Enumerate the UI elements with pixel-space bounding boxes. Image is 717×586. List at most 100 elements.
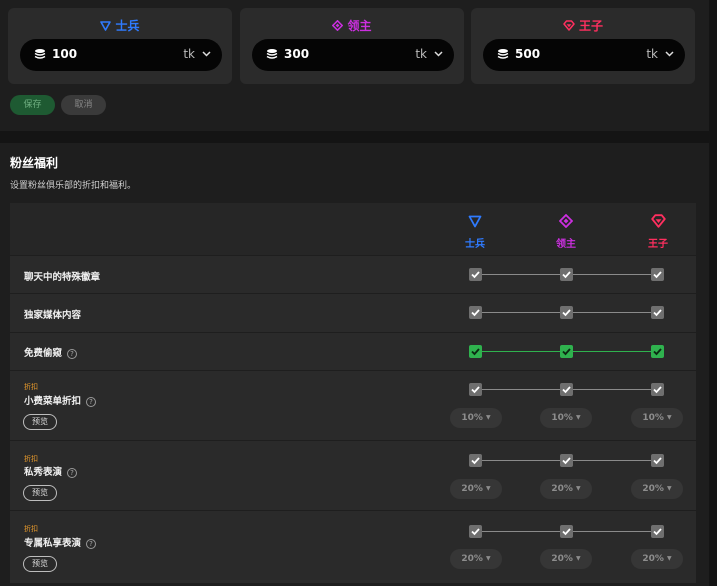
checkbox-lord[interactable] — [560, 383, 573, 396]
fan-benefits-section: 粉丝福利 设置粉丝俱乐部的折扣和福利。 士兵 领主 王子 聊天中的特殊徽章 独家… — [0, 143, 709, 586]
preview-button[interactable]: 预览 — [23, 414, 57, 430]
triangle-down-icon — [100, 20, 112, 31]
tier-connector — [482, 312, 560, 313]
price-unit: tk — [646, 47, 658, 61]
discount-select-prince[interactable]: 20% ▼ — [631, 479, 683, 499]
benefit-label-wrap: 免费偷窥? — [24, 345, 78, 359]
preview-button[interactable]: 预览 — [23, 485, 57, 501]
checkbox-prince[interactable] — [651, 383, 664, 396]
checkmark-icon — [562, 348, 571, 356]
price-unit: tk — [183, 47, 195, 61]
checkbox-lord[interactable] — [560, 525, 573, 538]
tier-connector — [573, 351, 651, 352]
checkmark-icon — [653, 528, 662, 536]
benefit-row-free-peek: 免费偷窥? — [10, 333, 696, 370]
checkbox-prince[interactable] — [651, 306, 664, 319]
checkbox-lord[interactable] — [560, 454, 573, 467]
checkbox-soldier[interactable] — [469, 306, 482, 319]
section-title: 粉丝福利 — [10, 156, 59, 170]
discount-select-prince[interactable]: 10% ▼ — [631, 408, 683, 428]
tier-header: 王子 — [471, 17, 695, 34]
tier-pricing-panel: 士兵 100 tk 领主 300 tk 王子 500 tk 保存 取消 — [0, 0, 709, 131]
discount-select-soldier[interactable]: 20% ▼ — [450, 549, 502, 569]
preview-button[interactable]: 预览 — [23, 556, 57, 572]
checkmark-icon — [471, 386, 480, 394]
cancel-button[interactable]: 取消 — [61, 95, 106, 115]
checkbox-lord[interactable] — [560, 268, 573, 281]
help-icon[interactable]: ? — [67, 348, 78, 359]
discount-tag: 折扣 — [24, 525, 38, 533]
checkmark-icon — [471, 309, 480, 317]
discount-value: 20% — [642, 554, 664, 564]
coins-icon — [34, 49, 46, 59]
help-icon[interactable]: ? — [67, 467, 78, 478]
checkbox-lord[interactable] — [560, 306, 573, 319]
caret-down-icon: ▼ — [575, 555, 581, 562]
save-button[interactable]: 保存 — [10, 95, 55, 115]
caret-down-icon: ▼ — [575, 485, 581, 492]
checkmark-icon — [653, 386, 662, 394]
discount-tag: 折扣 — [24, 455, 38, 463]
tier-card-lord: 领主 300 tk — [240, 8, 464, 84]
benefit-label: 专属私享表演 — [24, 538, 82, 549]
checkbox-soldier[interactable] — [469, 345, 482, 358]
tier-connector — [573, 531, 651, 532]
discount-value: 10% — [551, 413, 573, 423]
benefit-row-tip-menu-discount: 折扣 小费菜单折扣? 预览 10% ▼ 10% ▼ 10% ▼ — [10, 371, 696, 440]
price-value: 500 — [515, 47, 541, 61]
checkbox-soldier[interactable] — [469, 525, 482, 538]
tier-connector — [573, 460, 651, 461]
checkbox-soldier[interactable] — [469, 383, 482, 396]
tier-card-prince: 王子 500 tk — [471, 8, 695, 84]
benefits-table: 士兵 领主 王子 聊天中的特殊徽章 独家媒体内容 免费偷窥 ? 折扣 小费菜单折… — [10, 203, 696, 586]
discount-select-prince[interactable]: 20% ▼ — [631, 549, 683, 569]
checkbox-prince[interactable] — [651, 345, 664, 358]
discount-select-lord[interactable]: 10% ▼ — [540, 408, 592, 428]
tier-connector — [482, 531, 560, 532]
help-icon[interactable]: ? — [86, 396, 97, 407]
checkmark-icon — [562, 309, 571, 317]
diamond-icon — [332, 20, 344, 31]
chevron-down-icon — [434, 51, 443, 57]
diamond-icon — [558, 213, 574, 229]
checkmark-icon — [562, 386, 571, 394]
checkmark-icon — [471, 528, 480, 536]
checkmark-icon — [471, 348, 480, 356]
checkmark-icon — [653, 271, 662, 279]
discount-select-lord[interactable]: 20% ▼ — [540, 549, 592, 569]
help-icon[interactable]: ? — [86, 538, 97, 549]
checkbox-soldier[interactable] — [469, 268, 482, 281]
checkbox-prince[interactable] — [651, 454, 664, 467]
price-dropdown[interactable]: 500 tk — [483, 39, 685, 71]
discount-select-soldier[interactable]: 10% ▼ — [450, 408, 502, 428]
discount-value: 10% — [461, 413, 483, 423]
table-header: 士兵 领主 王子 — [10, 203, 696, 255]
caret-down-icon: ▼ — [485, 555, 491, 562]
checkmark-icon — [471, 271, 480, 279]
tier-header: 士兵 — [8, 17, 232, 34]
price-dropdown[interactable]: 100 tk — [20, 39, 222, 71]
tier-connector — [573, 274, 651, 275]
checkbox-lord[interactable] — [560, 345, 573, 358]
tier-name: 领主 — [347, 19, 372, 33]
discount-tag: 折扣 — [24, 383, 38, 391]
section-subtitle: 设置粉丝俱乐部的折扣和福利。 — [10, 181, 137, 191]
benefit-label-wrap: 私秀表演? — [24, 464, 78, 478]
price-dropdown[interactable]: 300 tk — [252, 39, 454, 71]
column-label: 王子 — [648, 239, 668, 250]
price-value: 100 — [52, 47, 78, 61]
benefit-label-wrap: 小费菜单折扣? — [24, 393, 97, 407]
price-unit: tk — [415, 47, 427, 61]
benefit-label: 免费偷窥 — [24, 348, 63, 359]
discount-select-lord[interactable]: 20% ▼ — [540, 479, 592, 499]
tier-connector — [482, 351, 560, 352]
tier-card-soldier: 士兵 100 tk — [8, 8, 232, 84]
caret-down-icon: ▼ — [575, 414, 581, 421]
checkbox-soldier[interactable] — [469, 454, 482, 467]
checkbox-prince[interactable] — [651, 525, 664, 538]
checkbox-prince[interactable] — [651, 268, 664, 281]
column-header-lord: 领主 — [546, 213, 586, 250]
discount-select-soldier[interactable]: 20% ▼ — [450, 479, 502, 499]
coins-icon — [497, 49, 509, 59]
tier-name: 王子 — [578, 19, 603, 33]
